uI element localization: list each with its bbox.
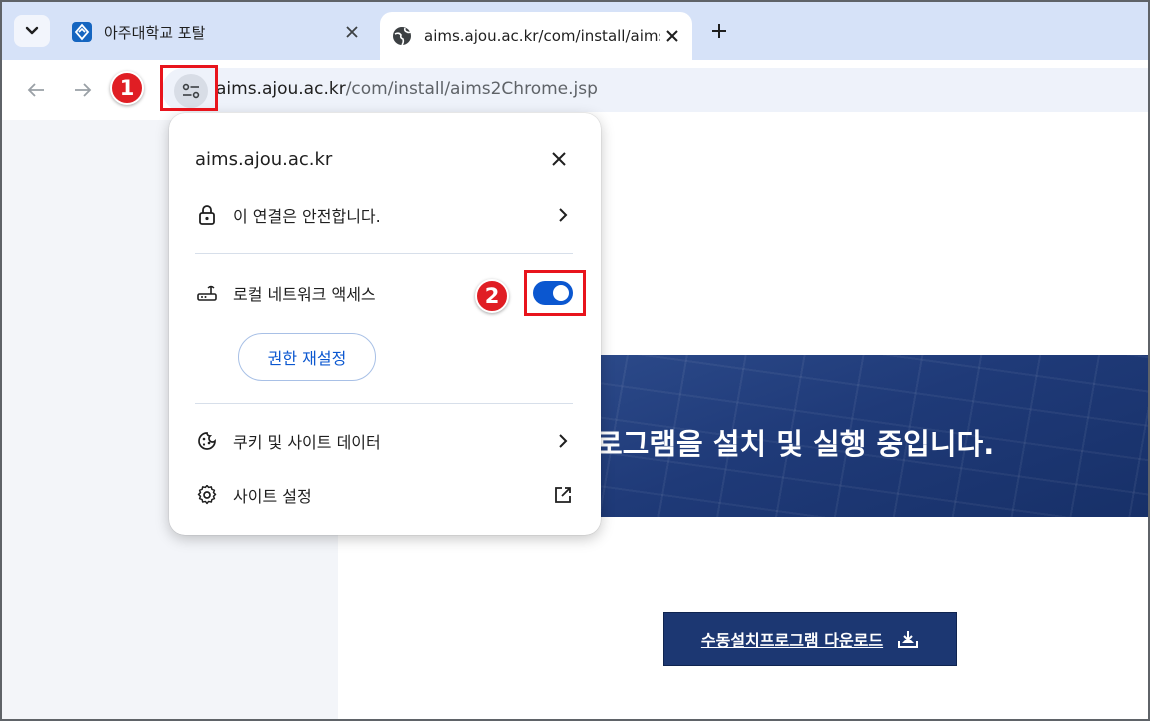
close-icon [552,152,566,166]
gear-icon [195,483,219,507]
browser-window: 아주대학교 포탈 aims.ajou.ac.kr/com/install/aim… [0,0,1150,721]
divider [195,403,573,404]
download-icon [898,631,919,648]
popup-title: aims.ajou.ac.kr [195,149,333,170]
globe-icon [393,27,411,46]
tab-search-button[interactable] [14,15,50,47]
tab-strip: 아주대학교 포탈 aims.ajou.ac.kr/com/install/aim… [2,2,1148,60]
site-info-popup: aims.ajou.ac.kr 이 연결은 안전합니다. 로컬 네트워크 액세스… [169,113,601,535]
close-icon [346,26,358,38]
url-host: aims.ajou.ac.kr [216,79,346,99]
connection-label: 이 연결은 안전합니다. [233,207,381,226]
router-icon [195,281,219,305]
back-button[interactable] [22,76,50,104]
connection-security-row[interactable]: 이 연결은 안전합니다. [195,197,575,233]
forward-button[interactable] [69,76,97,104]
cookies-label: 쿠키 및 사이트 데이터 [233,433,381,452]
url-path: /com/install/aims2Chrome.jsp [345,79,598,99]
tab-title: 아주대학교 포탈 [104,23,206,42]
manual-download-button[interactable]: 수동설치프로그램 다운로드 [663,612,957,666]
ajou-logo-icon [72,22,92,42]
url-text[interactable]: aims.ajou.ac.kr/com/install/aims2Chrome.… [216,79,598,99]
chevron-right-icon [551,203,575,227]
install-banner: 로그램을 설치 및 실행 중입니다. [568,355,1148,517]
site-settings-label: 사이트 설정 [233,487,312,506]
arrow-left-icon [27,83,44,97]
tab-close-button[interactable] [340,20,364,44]
arrow-right-icon [75,83,92,97]
step-badge-2: 2 [475,279,509,313]
tab-title: aims.ajou.ac.kr/com/install/aims2Chrome.… [424,27,660,45]
close-icon [666,30,678,42]
download-label: 수동설치프로그램 다운로드 [700,631,884,650]
divider [195,253,573,254]
reset-permission-button[interactable]: 권한 재설정 [238,333,376,381]
site-settings-row[interactable]: 사이트 설정 [195,477,575,513]
step-badge-1: 1 [110,71,144,105]
tab-close-button[interactable] [660,24,684,48]
highlight-box-site-info [160,65,218,111]
lock-icon [195,203,219,227]
chevron-down-icon [25,26,39,35]
new-tab-button[interactable] [706,18,732,44]
highlight-box-toggle [524,270,586,316]
banner-text: 로그램을 설치 및 실행 중입니다. [596,427,995,461]
cookies-site-data-row[interactable]: 쿠키 및 사이트 데이터 [195,423,575,459]
chevron-right-icon [551,429,575,453]
popup-close-button[interactable] [547,147,571,171]
tab-ajou-portal[interactable]: 아주대학교 포탈 [60,12,372,52]
open-in-new-icon [551,483,575,507]
cookie-icon [195,429,219,453]
plus-icon [712,24,726,38]
tab-aims-install[interactable]: aims.ajou.ac.kr/com/install/aims2Chrome.… [380,12,692,60]
local-network-access-row: 로컬 네트워크 액세스 [195,275,575,311]
